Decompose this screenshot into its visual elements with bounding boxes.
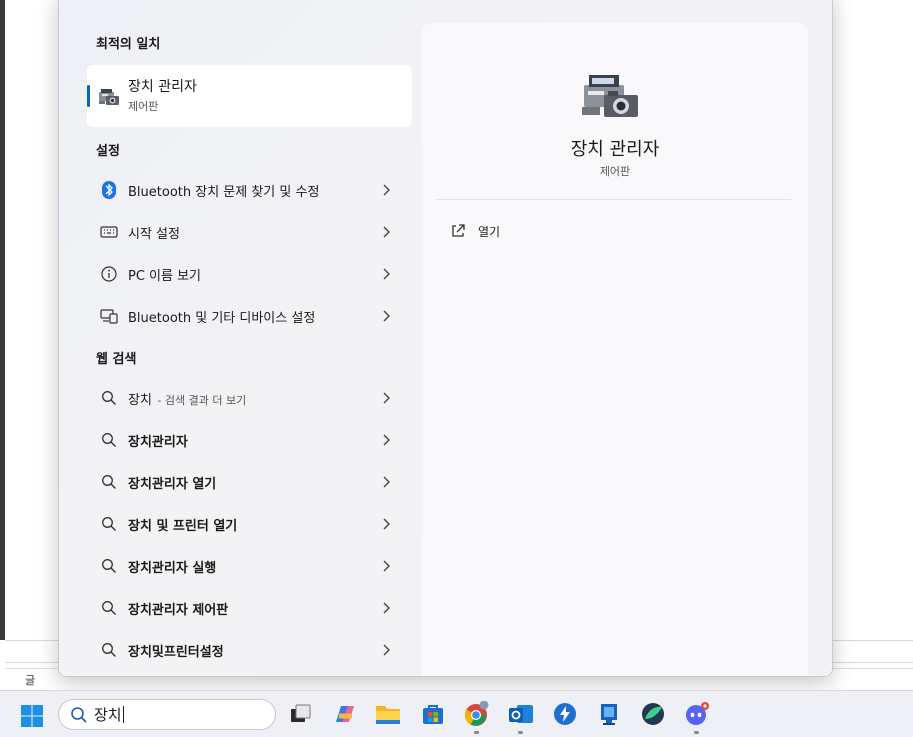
divider (437, 199, 791, 200)
settings-item-bluetooth-devices[interactable]: Bluetooth 및 기타 디바이스 설정 (87, 298, 412, 334)
chevron-right-icon (383, 184, 390, 196)
chevron-right-icon (383, 226, 390, 238)
device-manager-icon (99, 89, 119, 105)
web-search-item[interactable]: 장치 - 검색 결과 더 보기 (87, 380, 412, 416)
chevron-right-icon (383, 434, 390, 446)
search-icon (97, 638, 121, 662)
search-icon (97, 428, 121, 452)
settings-item-label: Bluetooth 및 기타 디바이스 설정 (128, 310, 316, 326)
best-match-title: 장치 관리자 (128, 79, 197, 95)
web-search-item-label: 장치및프린터설정 (128, 644, 224, 660)
search-icon (97, 386, 121, 410)
web-search-item[interactable]: 장치관리자 실행 (87, 548, 412, 584)
settings-item-startup[interactable]: 시작 설정 (87, 214, 412, 250)
chevron-right-icon (383, 476, 390, 488)
web-search-item[interactable]: 장치및프린터설정 (87, 632, 412, 668)
taskbar-search-box[interactable]: 장치 (58, 699, 276, 730)
outlook-icon[interactable] (508, 701, 534, 727)
start-icon[interactable] (20, 704, 44, 728)
chevron-right-icon (383, 518, 390, 530)
settings-item-pc-name[interactable]: PC 이름 보기 (87, 256, 412, 292)
devices-icon (97, 304, 121, 328)
web-search-heading: 웹 검색 (96, 352, 137, 367)
search-panel: 최적의 일치 장치 관리자 제어판 설정 Bluetooth 장치 문제 찾기 … (58, 0, 833, 677)
selection-indicator (87, 85, 90, 107)
chevron-right-icon (383, 644, 390, 656)
device-manager-icon (582, 75, 638, 117)
info-icon (97, 262, 121, 286)
taskbar-search-input[interactable]: 장치 (94, 704, 122, 725)
discord-icon[interactable] (684, 701, 710, 727)
file-explorer-icon[interactable] (375, 701, 401, 727)
running-indicator (694, 731, 699, 734)
detail-title: 장치 관리자 (570, 139, 660, 160)
taskbar: 장치 (0, 690, 913, 737)
running-indicator (474, 731, 479, 734)
open-action[interactable]: 열기 (450, 219, 500, 243)
chevron-right-icon (383, 560, 390, 572)
chevron-right-icon (383, 268, 390, 280)
open-external-icon (452, 224, 465, 237)
settings-item-label: PC 이름 보기 (128, 268, 202, 284)
chrome-icon[interactable] (464, 701, 490, 727)
settings-item-label: Bluetooth 장치 문제 찾기 및 수정 (128, 184, 320, 200)
settings-item-label: 시작 설정 (128, 226, 180, 242)
text-cursor (122, 706, 124, 723)
keyboard-icon (97, 220, 121, 244)
search-icon (97, 470, 121, 494)
running-indicator (518, 731, 523, 734)
app-green-icon[interactable] (640, 701, 666, 727)
status-bar-text: 글 (25, 674, 36, 687)
detail-pane: 장치 관리자 제어판 열기 (422, 23, 808, 676)
chevron-right-icon (383, 602, 390, 614)
web-search-item[interactable]: 장치 및 프린터 열기 (87, 506, 412, 542)
web-search-item[interactable]: 장치관리자 제어판 (87, 590, 412, 626)
open-action-label: 열기 (478, 224, 501, 239)
detail-subtitle: 제어판 (599, 165, 631, 178)
app-bolt-icon[interactable] (552, 701, 578, 727)
app-blue-doc-icon[interactable] (596, 701, 622, 727)
chevron-right-icon (383, 392, 390, 404)
best-match-heading: 최적의 일치 (96, 37, 161, 52)
search-icon (97, 596, 121, 620)
search-icon (71, 706, 87, 723)
chevron-right-icon (383, 310, 390, 322)
web-search-item-label: 장치 - 검색 결과 더 보기 (128, 392, 247, 408)
best-match-item[interactable]: 장치 관리자 제어판 (87, 65, 412, 127)
settings-heading: 설정 (96, 144, 120, 159)
best-match-subtitle: 제어판 (128, 100, 159, 113)
copilot-icon[interactable] (332, 701, 358, 727)
web-search-item-label: 장치 및 프린터 열기 (128, 518, 238, 534)
task-view-icon[interactable] (287, 701, 313, 727)
web-search-item[interactable]: 장치관리자 열기 (87, 464, 412, 500)
web-search-item-label: 장치관리자 실행 (128, 560, 217, 576)
search-icon (97, 554, 121, 578)
web-search-item-label: 장치관리자 (128, 434, 188, 450)
web-search-item[interactable]: 장치관리자 (87, 422, 412, 458)
web-search-item-label: 장치관리자 열기 (128, 476, 217, 492)
search-icon (97, 512, 121, 536)
bluetooth-icon (97, 178, 121, 202)
web-search-item-label: 장치관리자 제어판 (128, 602, 229, 618)
settings-item-bluetooth-troubleshoot[interactable]: Bluetooth 장치 문제 찾기 및 수정 (87, 172, 412, 208)
store-icon[interactable] (420, 701, 446, 727)
